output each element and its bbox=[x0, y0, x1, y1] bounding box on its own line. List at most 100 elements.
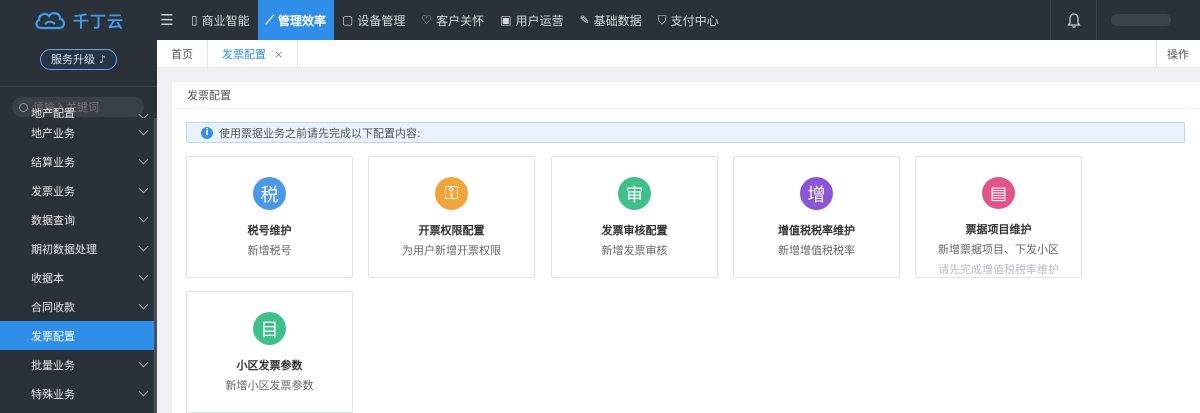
sidebar: 服务升级 ♪ 地产配置 地产业务 结算业务 发票业务 数据查询 bbox=[0, 40, 157, 413]
sidebar-item-settlement[interactable]: 结算业务 bbox=[0, 147, 157, 176]
heart-icon: ♡ bbox=[421, 13, 433, 27]
line-chart-icon: ⟋ bbox=[265, 12, 275, 27]
card-title: 票据项目维护 bbox=[965, 223, 1032, 236]
vat-icon: 增 bbox=[800, 177, 833, 210]
operations-menu[interactable]: 操作 bbox=[1156, 40, 1200, 68]
sidebar-item-label: 收据本 bbox=[31, 271, 64, 285]
card-tax-number[interactable]: 税 税号维护 新增税号 bbox=[186, 156, 353, 278]
card-desc: 新增发票审核 bbox=[601, 244, 668, 257]
sidebar-menu: 地产配置 地产业务 结算业务 发票业务 数据查询 期初数据处理 收据本 合同收款… bbox=[0, 108, 157, 408]
menu-toggle-icon[interactable]: ☰ bbox=[157, 0, 177, 40]
tab-home[interactable]: 首页 bbox=[157, 40, 208, 68]
tax-icon: 税 bbox=[253, 177, 286, 210]
page-title-text: 发票配置 bbox=[187, 89, 231, 102]
cloud-logo-icon bbox=[35, 12, 66, 30]
logo[interactable]: 千丁云 bbox=[0, 0, 157, 40]
sidebar-item-label: 期初数据处理 bbox=[31, 242, 97, 256]
sidebar-item-label: 发票业务 bbox=[31, 184, 75, 198]
chevron-down-icon bbox=[138, 183, 149, 194]
sidebar-item-receipt-book[interactable]: 收据本 bbox=[0, 263, 157, 292]
card-invoice-permission[interactable]: ⚿ 开票权限配置 为用户新增开票权限 bbox=[368, 156, 535, 278]
card-invoice-audit[interactable]: 审 发票审核配置 新增发票审核 bbox=[551, 156, 718, 278]
sidebar-item-label: 地产配置 bbox=[31, 108, 75, 118]
audit-icon: 审 bbox=[618, 177, 651, 210]
card-title: 增值税税率维护 bbox=[778, 224, 855, 237]
nav-item-payment-center[interactable]: ⛉ 支付中心 bbox=[650, 0, 727, 40]
bell-icon[interactable] bbox=[1050, 0, 1096, 40]
top-bar: 千丁云 ☰ ▯ 商业智能 ⟋ 管理效率 ▢ 设备管理 ♡ 客户关怀 ▣ 用户运营… bbox=[0, 0, 1200, 40]
chevron-down-icon bbox=[138, 212, 149, 223]
card-title: 小区发票参数 bbox=[236, 359, 303, 372]
card-desc: 新增增值税税率 bbox=[778, 244, 855, 257]
sidebar-item-invoice-business[interactable]: 发票业务 bbox=[0, 176, 157, 205]
top-right-area bbox=[1050, 0, 1200, 40]
shield-icon: ⛉ bbox=[657, 12, 667, 27]
notice-text: 使用票据业务之前请先完成以下配置内容: bbox=[219, 126, 421, 140]
card-desc: 新增税号 bbox=[247, 244, 292, 257]
brand-name: 千丁云 bbox=[72, 12, 124, 31]
tab-bar: 首页 发票配置 × 操作 bbox=[157, 40, 1200, 68]
nav-item-label: 客户关怀 bbox=[436, 13, 485, 28]
chevron-down-icon bbox=[138, 270, 149, 281]
chevron-down-icon bbox=[138, 357, 149, 368]
top-nav: ▯ 商业智能 ⟋ 管理效率 ▢ 设备管理 ♡ 客户关怀 ▣ 用户运营 ✎ 基础数… bbox=[183, 0, 727, 40]
sidebar-item-real-estate-business[interactable]: 地产业务 bbox=[0, 118, 157, 147]
avatar bbox=[1111, 14, 1171, 26]
nav-item-management-efficiency[interactable]: ⟋ 管理效率 bbox=[257, 0, 335, 40]
card-warning: 请先完成增值税税率维护 bbox=[938, 263, 1059, 276]
sidebar-item-label: 批量业务 bbox=[31, 358, 75, 372]
nav-item-customer-care[interactable]: ♡ 客户关怀 bbox=[413, 0, 492, 40]
nav-item-user-operations[interactable]: ▣ 用户运营 bbox=[492, 0, 571, 40]
divider bbox=[0, 86, 157, 87]
card-community-invoice-params[interactable]: 目 小区发票参数 新增小区发票参数 bbox=[186, 291, 353, 413]
music-note-icon: ♪ bbox=[98, 52, 107, 66]
nav-item-label: 管理效率 bbox=[278, 13, 327, 28]
chart-doc-icon: ▯ bbox=[191, 13, 198, 27]
receipt-icon: ▤ bbox=[982, 177, 1015, 209]
info-notice: i 使用票据业务之前请先完成以下配置内容: bbox=[186, 122, 1185, 143]
sidebar-scrollbar[interactable] bbox=[154, 118, 157, 413]
tab-invoice-config[interactable]: 发票配置 × bbox=[208, 40, 299, 68]
info-icon: i bbox=[201, 126, 213, 139]
tab-label: 发票配置 bbox=[222, 48, 266, 61]
card-desc: 新增票据项目、下发小区 bbox=[938, 243, 1059, 256]
nav-item-business-intelligence[interactable]: ▯ 商业智能 bbox=[183, 0, 258, 40]
card-receipt-items[interactable]: ▤ 票据项目维护 新增票据项目、下发小区 请先完成增值税税率维护 bbox=[915, 156, 1082, 278]
wrench-icon: ✎ bbox=[579, 13, 590, 27]
nav-item-label: 商业智能 bbox=[201, 13, 250, 28]
close-icon[interactable]: × bbox=[274, 48, 283, 61]
sidebar-item-real-estate-config[interactable]: 地产配置 bbox=[0, 108, 157, 118]
card-vat-rate[interactable]: 增 增值税税率维护 新增增值税税率 bbox=[733, 156, 900, 278]
sidebar-item-contract-collection[interactable]: 合同收款 bbox=[0, 292, 157, 321]
sidebar-item-invoice-config[interactable]: 发票配置 bbox=[0, 321, 157, 350]
chevron-down-icon bbox=[138, 154, 149, 165]
key-icon: ⚿ bbox=[435, 177, 468, 210]
sidebar-item-special-business[interactable]: 特殊业务 bbox=[0, 379, 157, 408]
nav-item-label: 基础数据 bbox=[593, 13, 642, 28]
device-icon: ▢ bbox=[342, 13, 354, 27]
sidebar-item-data-query[interactable]: 数据查询 bbox=[0, 205, 157, 234]
sidebar-item-label: 特殊业务 bbox=[31, 387, 75, 401]
card-desc: 新增小区发票参数 bbox=[225, 379, 314, 392]
nav-item-basic-data[interactable]: ✎ 基础数据 bbox=[572, 0, 650, 40]
chevron-down-icon bbox=[138, 125, 149, 136]
sidebar-item-label: 地产业务 bbox=[31, 126, 75, 140]
sidebar-item-batch-business[interactable]: 批量业务 bbox=[0, 350, 157, 379]
upgrade-button[interactable]: 服务升级 ♪ bbox=[39, 48, 118, 70]
sidebar-item-initial-data[interactable]: 期初数据处理 bbox=[0, 234, 157, 263]
chevron-down-icon bbox=[138, 299, 149, 310]
chevron-down-icon bbox=[138, 109, 149, 118]
user-menu[interactable] bbox=[1096, 0, 1200, 40]
nav-item-device-management[interactable]: ▢ 设备管理 bbox=[334, 0, 413, 40]
tab-label: 首页 bbox=[171, 48, 193, 61]
chevron-down-icon bbox=[138, 386, 149, 397]
operations-label: 操作 bbox=[1167, 48, 1189, 61]
sidebar-item-label: 数据查询 bbox=[31, 213, 75, 227]
card-desc: 为用户新增开票权限 bbox=[402, 244, 501, 257]
upgrade-area: 服务升级 ♪ bbox=[0, 40, 157, 78]
sidebar-item-label: 发票配置 bbox=[31, 329, 75, 343]
nav-item-label: 支付中心 bbox=[670, 13, 719, 28]
sidebar-item-label: 结算业务 bbox=[31, 155, 75, 169]
user-card-icon: ▣ bbox=[500, 13, 512, 27]
card-title: 发票审核配置 bbox=[601, 224, 668, 237]
